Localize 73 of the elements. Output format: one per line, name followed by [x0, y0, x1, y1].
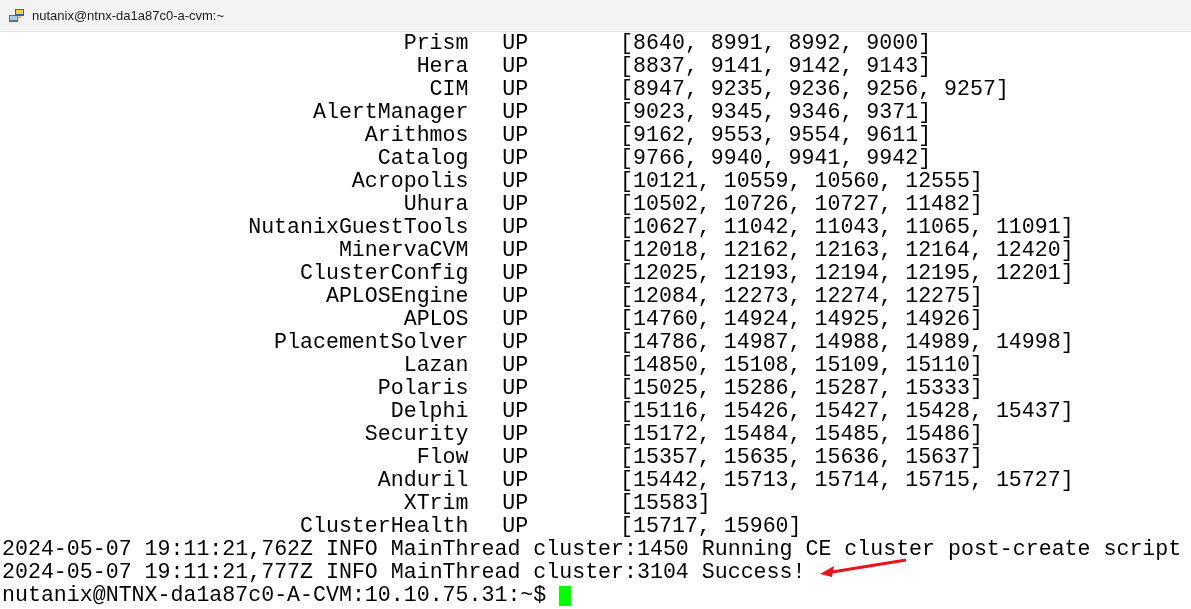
shell-prompt: nutanix@NTNX-da1a87c0-A-CVM:10.10.75.31:~$: [2, 584, 547, 607]
service-status: UP: [502, 124, 529, 147]
service-status: UP: [502, 147, 529, 170]
service-name: Delphi: [389, 400, 469, 423]
process-ids: [15116, 15426, 15427, 15428, 15437]: [620, 400, 1074, 423]
service-name: Prism: [402, 32, 469, 55]
computer-icon: [8, 7, 26, 24]
process-ids: [9023, 9345, 9346, 9371]: [620, 101, 932, 124]
window-title: nutanix@ntnx-da1a87c0-a-cvm:~: [32, 6, 225, 25]
service-name: Arithmos: [363, 124, 469, 147]
service-status: UP: [502, 101, 529, 124]
service-name: CIM: [428, 78, 469, 101]
service-name: Anduril: [376, 469, 469, 492]
process-ids: [8947, 9235, 9236, 9256, 9257]: [620, 78, 1009, 101]
service-name: XTrim: [402, 492, 469, 515]
service-status: UP: [502, 446, 529, 469]
process-ids: [14786, 14987, 14988, 14989, 14998]: [620, 331, 1074, 354]
service-status: UP: [502, 515, 529, 538]
service-status: UP: [502, 354, 529, 377]
service-name: Uhura: [402, 193, 469, 216]
process-ids: [14760, 14924, 14925, 14926]: [620, 308, 983, 331]
service-name: ClusterConfig: [299, 262, 469, 285]
service-status: UP: [502, 262, 529, 285]
service-name: Lazan: [402, 354, 469, 377]
process-ids: [8837, 9141, 9142, 9143]: [620, 55, 932, 78]
service-name: PlacementSolver: [273, 331, 469, 354]
service-name: Acropolis: [350, 170, 469, 193]
service-name: Flow: [415, 446, 469, 469]
arrow-icon: [818, 558, 908, 578]
process-ids: [15172, 15484, 15485, 15486]: [620, 423, 983, 446]
process-ids: [10121, 10559, 10560, 12555]: [620, 170, 983, 193]
process-ids: [12018, 12162, 12163, 12164, 12420]: [620, 239, 1074, 262]
service-name: Security: [363, 423, 469, 446]
log-line: 2024-05-07 19:11:21,762Z INFO MainThread cluster:1450 Running CE cluster post-create script: [2, 538, 1182, 561]
service-name: MinervaCVM: [337, 239, 469, 262]
service-name: AlertManager: [312, 101, 469, 124]
process-ids: [15025, 15286, 15287, 15333]: [620, 377, 983, 400]
process-ids: [15583]: [620, 492, 711, 515]
service-name: Hera: [415, 55, 469, 78]
cursor: [559, 585, 572, 606]
service-name: Polaris: [376, 377, 469, 400]
process-ids: [15717, 15960]: [620, 515, 802, 538]
service-status: UP: [502, 400, 529, 423]
service-status: UP: [502, 170, 529, 193]
process-ids: [8640, 8991, 8992, 9000]: [620, 32, 932, 55]
service-status: UP: [502, 216, 529, 239]
process-ids: [9766, 9940, 9941, 9942]: [620, 147, 932, 170]
process-ids: [10502, 10726, 10727, 11482]: [620, 193, 983, 216]
service-status: UP: [502, 193, 529, 216]
log-line: 2024-05-07 19:11:21,777Z INFO MainThread cluster:3104 Success!: [2, 561, 806, 584]
process-ids: [9162, 9553, 9554, 9611]: [620, 124, 932, 147]
service-status: UP: [502, 423, 529, 446]
service-status: UP: [502, 239, 529, 262]
service-status: UP: [502, 331, 529, 354]
process-ids: [12025, 12193, 12194, 12195, 12201]: [620, 262, 1074, 285]
service-status: UP: [502, 377, 529, 400]
process-ids: [14850, 15108, 15109, 15110]: [620, 354, 983, 377]
service-status: UP: [502, 308, 529, 331]
service-name: Catalog: [376, 147, 469, 170]
service-status: UP: [502, 492, 529, 515]
process-ids: [10627, 11042, 11043, 11065, 11091]: [620, 216, 1074, 239]
process-ids: [12084, 12273, 12274, 12275]: [620, 285, 983, 308]
service-name: APLOSEngine: [324, 285, 469, 308]
service-status: UP: [502, 32, 529, 55]
service-status: UP: [502, 55, 529, 78]
service-status: UP: [502, 78, 529, 101]
service-status: UP: [502, 285, 529, 308]
service-status: UP: [502, 469, 529, 492]
process-ids: [15357, 15635, 15636, 15637]: [620, 446, 983, 469]
process-ids: [15442, 15713, 15714, 15715, 15727]: [620, 469, 1074, 492]
service-name: ClusterHealth: [299, 515, 469, 538]
service-name: NutanixGuestTools: [247, 216, 469, 239]
service-name: APLOS: [402, 308, 469, 331]
